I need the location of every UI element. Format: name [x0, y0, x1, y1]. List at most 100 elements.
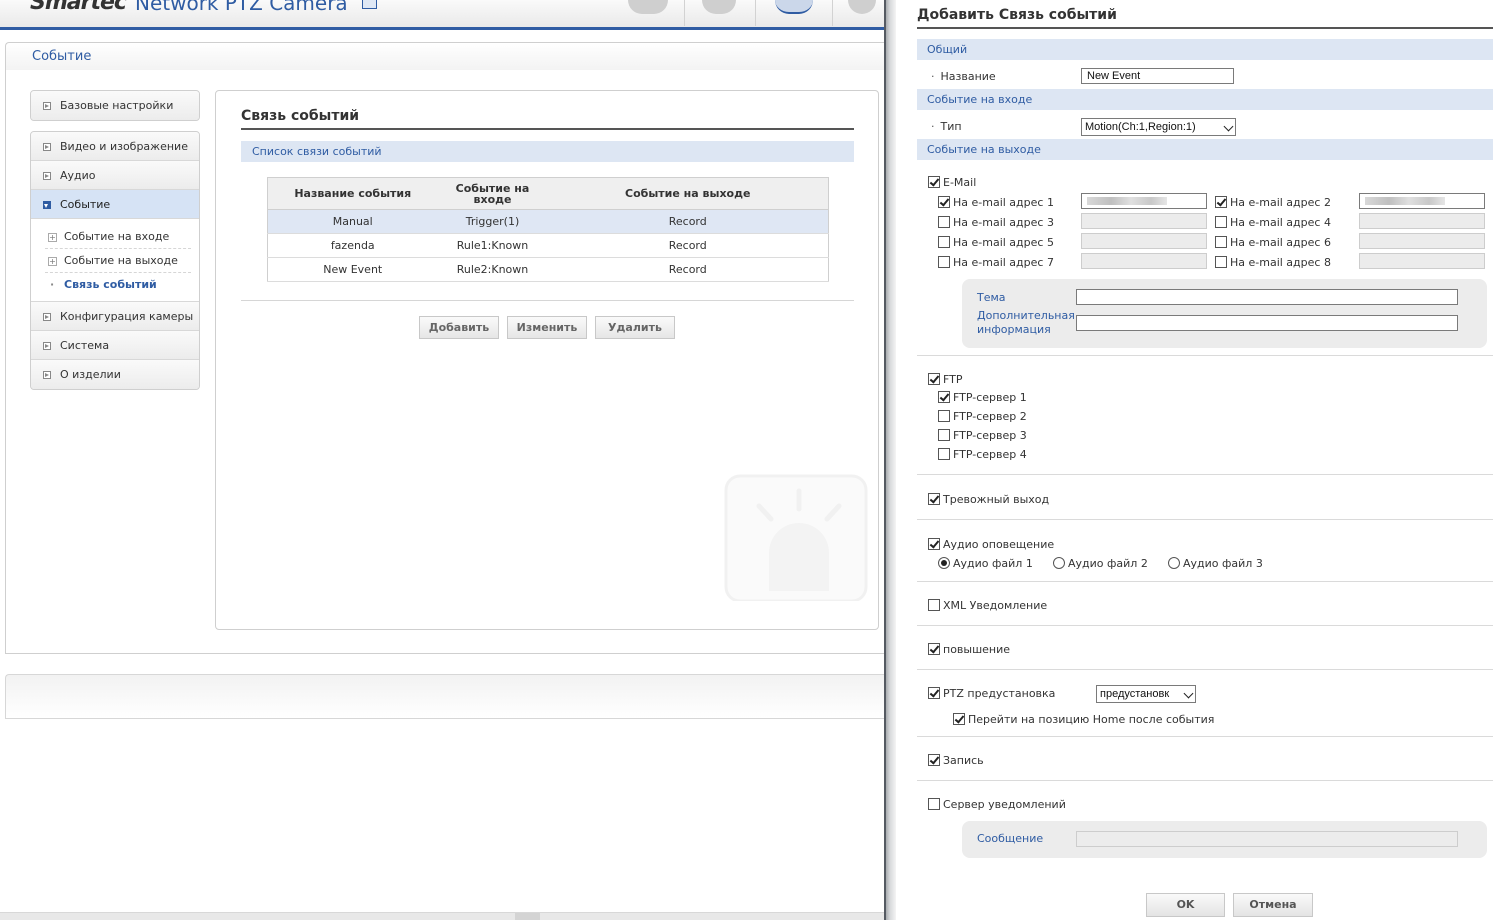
brand-logo: Smartec — [30, 0, 127, 15]
email-address-3-input[interactable] — [1081, 213, 1207, 229]
checkbox-label: Тревожный выход — [943, 493, 1050, 506]
live-view-icon[interactable] — [628, 0, 668, 14]
select-value: предустановк — [1100, 688, 1170, 700]
chevron-down-icon — [1183, 688, 1194, 699]
sidebar-item-label: Видео и изображение — [60, 140, 188, 153]
sidebar-subitem-label: Событие на входе — [64, 230, 170, 243]
delete-button[interactable]: Удалить — [595, 316, 675, 339]
divider — [917, 625, 1493, 626]
checkbox-box[interactable] — [1215, 256, 1227, 268]
cancel-button[interactable]: Отмена — [1233, 893, 1313, 917]
bullet-icon: · — [931, 120, 935, 133]
message-input[interactable] — [1076, 831, 1458, 847]
email-address-2-input[interactable] — [1359, 193, 1485, 209]
radio-button[interactable] — [1168, 557, 1180, 569]
checkbox-box[interactable] — [928, 754, 940, 766]
edit-button[interactable]: Изменить — [507, 316, 587, 339]
checkbox-label: FTP-сервер 2 — [953, 410, 1027, 423]
checkbox-label: На e-mail адрес 1 — [953, 196, 1054, 209]
checkbox-box[interactable] — [928, 538, 940, 550]
checkbox-box[interactable] — [928, 373, 940, 385]
setup-icon[interactable] — [775, 0, 813, 14]
checkbox-label: На e-mail адрес 8 — [1230, 256, 1331, 269]
sidebar-subitem-input-event[interactable]: + Событие на входе — [45, 225, 191, 249]
event-link-panel: Связь событий Список связи событий Назва… — [215, 90, 879, 630]
sidebar-item-audio[interactable]: Аудио — [31, 161, 199, 190]
table-row[interactable]: Manual Trigger(1) Record — [267, 209, 829, 234]
info-icon[interactable] — [848, 0, 876, 14]
table-row[interactable]: New Event Rule2:Known Record — [267, 257, 829, 282]
notification-message-panel: Сообщение — [962, 821, 1487, 858]
checkbox-box[interactable] — [938, 216, 950, 228]
breadcrumb: Событие — [5, 42, 887, 71]
checkbox-box[interactable] — [928, 599, 940, 611]
breadcrumb-label: Событие — [32, 49, 92, 64]
checkbox-box[interactable] — [938, 391, 950, 403]
extra-info-input[interactable] — [1076, 315, 1458, 331]
radio-button[interactable] — [1053, 557, 1065, 569]
event-name-input[interactable]: New Event — [1081, 68, 1234, 84]
sidebar-item-system[interactable]: Система — [31, 331, 199, 360]
playback-search-icon[interactable] — [702, 0, 736, 14]
cell-input: Rule1:Known — [437, 233, 548, 258]
ptz-preset-select[interactable]: предустановк — [1096, 685, 1196, 703]
checkbox-box[interactable] — [938, 256, 950, 268]
sidebar-item-basic[interactable]: Базовые настройки — [31, 91, 199, 120]
checkbox-box[interactable] — [953, 713, 965, 725]
ok-button[interactable]: OK — [1146, 893, 1225, 917]
add-button[interactable]: Добавить — [419, 316, 499, 339]
divider — [917, 736, 1493, 737]
add-event-link-dialog: Добавить Связь событий Общий · Название N… — [896, 0, 1493, 920]
checkbox-label: E-Mail — [943, 176, 977, 189]
expand-icon — [43, 143, 51, 151]
sidebar-subitem-output-event[interactable]: + Событие на выходе — [45, 249, 191, 273]
sidebar-subitem-event-link[interactable]: · Связь событий — [45, 273, 191, 297]
sidebar-item-event[interactable]: Событие — [31, 190, 199, 219]
checkbox-box[interactable] — [938, 236, 950, 248]
email-address-4-input[interactable] — [1359, 213, 1485, 229]
scrollbar-thumb[interactable] — [515, 913, 540, 920]
main-page: Smartec Network PTZ Camera Событие Базов… — [0, 0, 887, 920]
radio-label: Аудио файл 1 — [953, 557, 1033, 570]
checkbox-box[interactable] — [938, 429, 950, 441]
checkbox-box[interactable] — [1215, 236, 1227, 248]
extra-info-label-2: информация — [977, 323, 1051, 336]
checkbox-box[interactable] — [928, 643, 940, 655]
expand-icon — [43, 313, 51, 321]
toolbar-divider — [684, 0, 685, 26]
checkbox-box[interactable] — [928, 176, 940, 188]
checkbox-box[interactable] — [928, 798, 940, 810]
checkbox-box[interactable] — [1215, 216, 1227, 228]
email-address-5-input[interactable] — [1081, 233, 1207, 249]
title-expand-icon[interactable] — [362, 0, 377, 9]
settings-sidebar: Базовые настройки Видео и изображение Ау… — [30, 90, 200, 400]
radio-button[interactable] — [938, 557, 950, 569]
event-type-select[interactable]: Motion(Ch:1,Region:1) — [1081, 118, 1236, 136]
checkbox-box[interactable] — [938, 196, 950, 208]
checkbox-label: На e-mail адрес 6 — [1230, 236, 1331, 249]
email-address-7-input[interactable] — [1081, 253, 1207, 269]
checkbox-label: FTP-сервер 3 — [953, 429, 1027, 442]
cell-input: Trigger(1) — [437, 209, 548, 234]
checkbox-box[interactable] — [1215, 196, 1227, 208]
checkbox-label: FTP-сервер 4 — [953, 448, 1027, 461]
email-address-6-input[interactable] — [1359, 233, 1485, 249]
section-header: Список связи событий — [241, 141, 854, 162]
email-address-1-input[interactable] — [1081, 193, 1207, 209]
sidebar-item-about[interactable]: О изделии — [31, 360, 199, 389]
divider — [917, 474, 1493, 475]
horizontal-scrollbar[interactable] — [0, 912, 887, 920]
cell-name: New Event — [267, 257, 438, 282]
sidebar-item-video[interactable]: Видео и изображение — [31, 132, 199, 161]
subject-input[interactable] — [1076, 289, 1458, 305]
email-address-8-input[interactable] — [1359, 253, 1485, 269]
checkbox-box[interactable] — [938, 410, 950, 422]
checkbox-box[interactable] — [928, 687, 940, 699]
checkbox-box[interactable] — [928, 493, 940, 505]
checkbox-label: FTP-сервер 1 — [953, 391, 1027, 404]
checkbox-label: На e-mail адрес 2 — [1230, 196, 1331, 209]
sidebar-item-camera-config[interactable]: Конфигурация камеры — [31, 302, 199, 331]
table-row[interactable]: fazenda Rule1:Known Record — [267, 233, 829, 258]
cell-output: Record — [547, 233, 829, 258]
checkbox-box[interactable] — [938, 448, 950, 460]
